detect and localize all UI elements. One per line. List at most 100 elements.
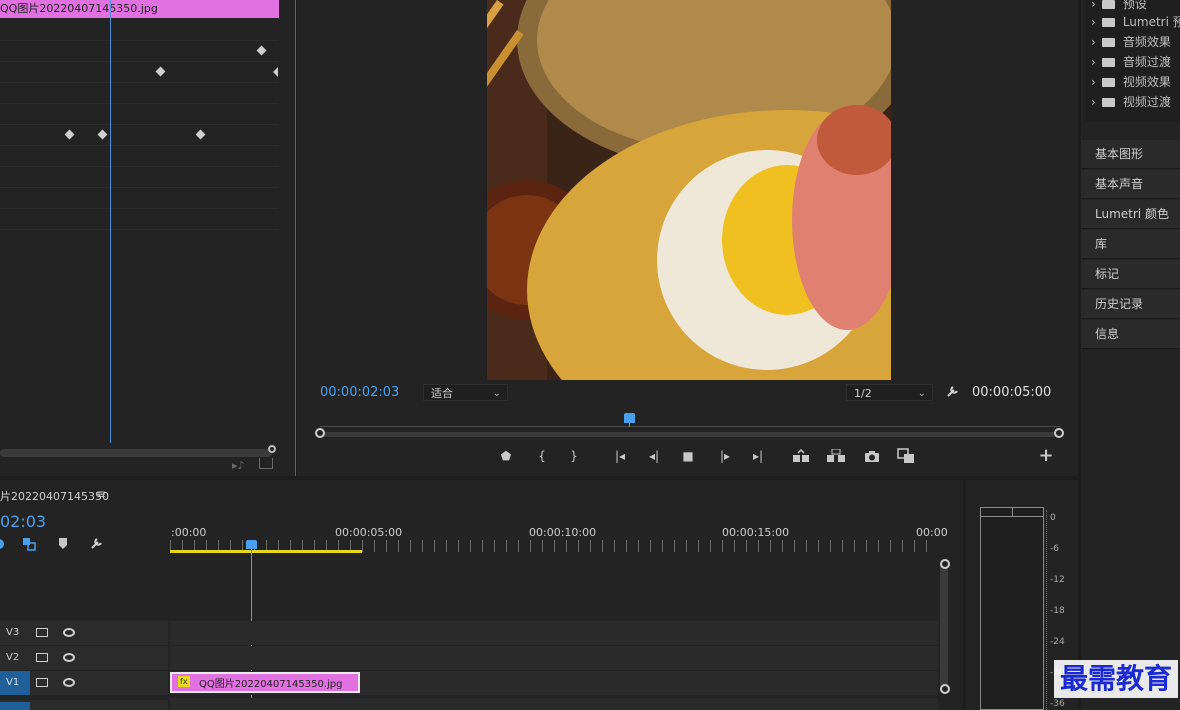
add-marker-icon[interactable]: ⬟ — [496, 448, 516, 464]
track-label: V3 — [6, 627, 20, 638]
sync-lock-icon[interactable] — [36, 653, 48, 662]
keyframe-icon[interactable] — [273, 67, 278, 77]
meter-divider — [1012, 508, 1013, 517]
mark-in-icon[interactable]: { — [532, 448, 552, 464]
zoom-handle[interactable] — [268, 445, 276, 453]
lift-icon[interactable] — [792, 448, 810, 463]
video-frame-image — [487, 0, 891, 380]
video-clip[interactable]: fx QQ图片20220407145350.jpg — [170, 672, 360, 693]
extract-icon[interactable] — [826, 448, 846, 463]
chevron-right-icon: › — [1091, 15, 1096, 29]
monitor-zoom-bar[interactable] — [320, 432, 1060, 437]
row-divider — [0, 61, 279, 62]
effects-tree-item[interactable]: › 预设 — [1091, 0, 1147, 12]
program-current-timecode[interactable]: 00:00:02:03 — [320, 385, 399, 400]
button-editor-icon[interactable]: + — [1036, 447, 1056, 465]
track-lane-v3[interactable] — [170, 621, 938, 645]
monitor-ruler[interactable] — [320, 426, 1060, 427]
folder-icon — [1101, 98, 1115, 107]
db-label: -18 — [1050, 606, 1065, 616]
folder-icon — [1101, 18, 1115, 27]
keyframe-icon[interactable] — [97, 129, 108, 140]
audio-meter — [980, 507, 1044, 710]
eye-icon[interactable] — [63, 678, 75, 687]
timeline-settings-wrench-icon[interactable] — [90, 536, 104, 553]
effect-controls-zoom-scrollbar[interactable] — [0, 449, 272, 457]
track-header-v1[interactable]: V1 — [0, 671, 168, 695]
effect-controls-playhead[interactable] — [110, 0, 111, 443]
folder-icon — [1101, 38, 1115, 47]
chevron-right-icon: › — [1091, 75, 1096, 89]
chevron-down-icon: ⌄ — [917, 388, 926, 399]
panel-tab-info[interactable]: 信息 — [1081, 320, 1180, 349]
ruler-label: 00:00 — [916, 526, 948, 539]
meter-scale — [1046, 510, 1048, 710]
fit-zoom-dropdown[interactable]: 适合 ⌄ — [423, 384, 508, 401]
linked-selection-icon[interactable] — [22, 537, 36, 551]
effects-tree-item[interactable]: › 视频过渡 — [1091, 93, 1171, 110]
row-divider — [0, 208, 279, 209]
track-target-a1[interactable] — [0, 702, 30, 710]
audio-loop-icon[interactable]: ▸♪ — [232, 459, 245, 472]
panel-tab-essential-sound[interactable]: 基本声音 — [1081, 170, 1180, 199]
timeline-vertical-scrollbar[interactable] — [940, 564, 948, 690]
monitor-playhead[interactable] — [624, 413, 635, 423]
panel-tab-essential-graphics[interactable]: 基本图形 — [1081, 140, 1180, 169]
resolution-value: 1/2 — [854, 387, 872, 400]
program-monitor-video-frame — [487, 0, 891, 380]
timeline-timecode[interactable]: 02:03 — [0, 512, 46, 531]
program-duration-timecode: 00:00:05:00 — [972, 385, 1052, 400]
effects-tree-item[interactable]: ›Lumetri 预设 — [1091, 13, 1180, 30]
track-header-v3[interactable]: V3 — [0, 621, 168, 645]
track-lane-a1[interactable] — [170, 698, 938, 710]
sync-lock-icon[interactable] — [36, 678, 48, 687]
sequence-tab[interactable]: 片20220407145350 — [0, 488, 109, 504]
panel-tab-lumetri-color[interactable]: Lumetri 颜色 — [1081, 200, 1180, 229]
track-header-a1[interactable] — [0, 700, 168, 710]
effects-tree-item[interactable]: › 视频效果 — [1091, 73, 1171, 90]
export-icon[interactable] — [259, 458, 273, 469]
resolution-dropdown[interactable]: 1/2 ⌄ — [846, 384, 933, 401]
db-label: -36 — [1050, 699, 1065, 709]
step-forward-icon[interactable]: |▸ — [715, 448, 735, 464]
timeline-playhead-handle[interactable] — [246, 540, 257, 549]
folder-icon — [1101, 0, 1115, 9]
go-to-in-icon[interactable]: |◂ — [610, 448, 630, 464]
track-header-v2[interactable]: V2 — [0, 646, 168, 670]
go-to-out-icon[interactable]: ▸| — [748, 448, 768, 464]
eye-icon[interactable] — [63, 628, 75, 637]
chevron-right-icon: › — [1091, 35, 1096, 49]
mark-out-icon[interactable]: } — [564, 448, 584, 464]
work-area-bar[interactable] — [170, 550, 362, 553]
ruler-label: 00:00:10:00 — [529, 526, 597, 539]
track-lane-v2[interactable] — [170, 646, 938, 670]
folder-icon — [1101, 78, 1115, 87]
add-marker-icon[interactable] — [58, 537, 68, 550]
zoom-handle-right[interactable] — [1054, 428, 1064, 438]
keyframe-icon[interactable] — [256, 45, 267, 56]
panel-tab-history[interactable]: 历史记录 — [1081, 290, 1180, 319]
effect-controls-clip-bar[interactable]: QQ图片20220407145350.jpg — [0, 0, 279, 18]
db-label: -6 — [1050, 544, 1059, 554]
watermark-logo: 最需教育 — [1054, 660, 1179, 698]
effects-tree-item[interactable]: › 音频过渡 — [1091, 53, 1171, 70]
ruler-label: 00:00:15:00 — [722, 526, 790, 539]
keyframe-icon[interactable] — [195, 129, 206, 140]
scroll-handle-bottom[interactable] — [940, 684, 950, 694]
zoom-handle-left[interactable] — [315, 428, 325, 438]
panel-tab-markers[interactable]: 标记 — [1081, 260, 1180, 289]
comparison-view-icon[interactable] — [897, 448, 915, 464]
scroll-handle-top[interactable] — [940, 559, 950, 569]
sequence-menu-icon[interactable]: ≡ — [96, 487, 106, 501]
export-frame-icon[interactable] — [864, 450, 880, 463]
stop-icon[interactable]: ■ — [678, 448, 698, 464]
eye-icon[interactable] — [63, 653, 75, 662]
keyframe-icon[interactable] — [155, 66, 166, 77]
effects-tree-item[interactable]: › 音频效果 — [1091, 33, 1171, 50]
keyframe-icon[interactable] — [64, 129, 75, 140]
settings-wrench-icon[interactable] — [946, 384, 960, 401]
step-back-icon[interactable]: ◂| — [644, 448, 664, 464]
panel-tab-libraries[interactable]: 库 — [1081, 230, 1180, 259]
sync-lock-icon[interactable] — [36, 628, 48, 637]
row-divider — [0, 103, 279, 104]
